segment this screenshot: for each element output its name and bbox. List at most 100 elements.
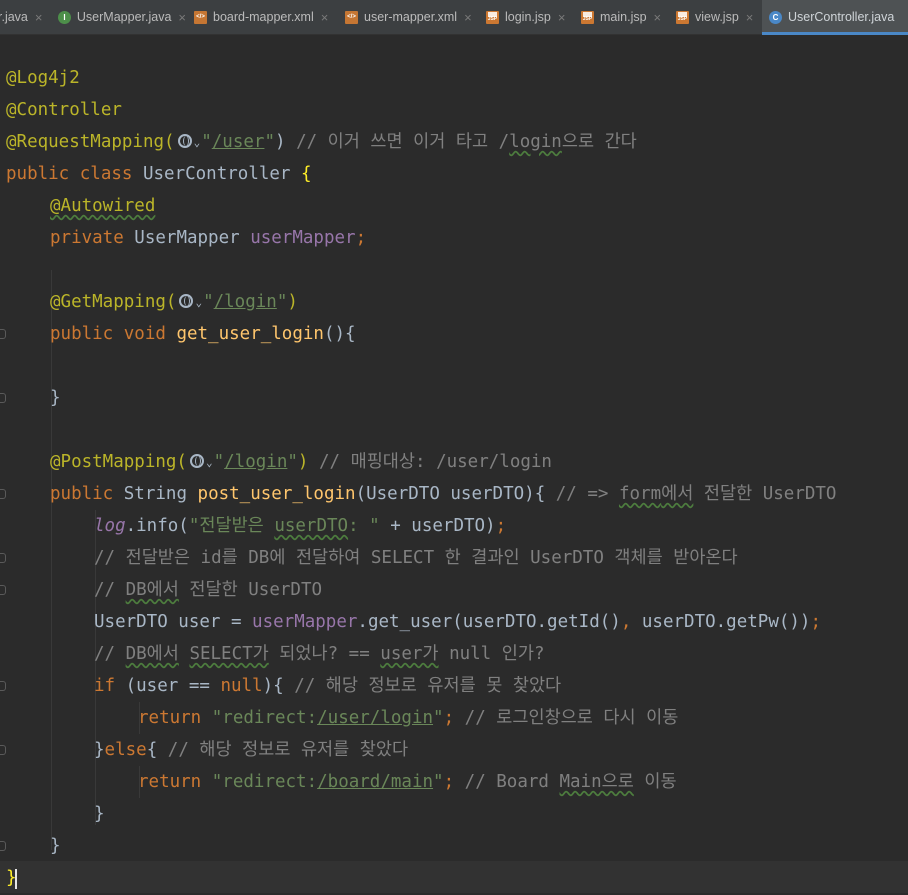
code-token: .info( — [125, 516, 189, 536]
chevron-down-icon[interactable]: ⌄ — [194, 127, 201, 159]
tab-close-icon[interactable]: × — [321, 10, 329, 25]
jsp-file-icon: JSP — [676, 10, 689, 24]
fold-marker-icon[interactable] — [0, 393, 6, 403]
jsp-file-icon: JSP — [581, 10, 594, 24]
fold-marker-icon[interactable] — [0, 553, 6, 563]
chevron-down-icon[interactable]: ⌄ — [195, 287, 202, 319]
fold-marker-icon[interactable] — [0, 329, 6, 339]
tab-close-icon[interactable]: × — [746, 10, 754, 25]
annotation-token: @Autowired — [50, 196, 156, 216]
comment-token: // — [94, 580, 126, 600]
java-interface-icon: I — [58, 10, 71, 24]
code-token: (user == — [125, 676, 221, 696]
comment-token: // 해당 정보로 유저를 찾았다 — [167, 740, 409, 760]
comment-token: SELECT가 — [189, 644, 269, 664]
tab-label: view.jsp — [695, 10, 739, 24]
comment-token: null 인가? — [438, 644, 545, 664]
url-link[interactable]: /board/main — [317, 772, 433, 792]
comment-token: 전달한 UserDTO — [693, 484, 837, 504]
url-link[interactable]: /user — [212, 132, 265, 152]
url-globe-icon[interactable] — [177, 134, 192, 148]
comment-token: user가 — [380, 644, 439, 664]
keyword-token: private — [50, 228, 135, 248]
type-token: UserMapper — [134, 228, 251, 248]
keyword-token: public class — [6, 164, 143, 184]
tab-label: UserController.java — [788, 10, 895, 24]
comment-token: // => — [555, 484, 619, 504]
fold-marker-icon[interactable] — [0, 841, 6, 851]
annotation-token: @PostMapping( — [50, 452, 187, 472]
fold-marker-icon[interactable] — [0, 745, 6, 755]
code-line: return "redirect:/user/login"; // 로그인창으로… — [138, 702, 678, 734]
tab-login-jsp[interactable]: JSP login.jsp × — [486, 0, 572, 34]
jsp-file-icon: JSP — [486, 10, 499, 24]
code-editor[interactable]: @Log4j2 @Controller @RequestMapping(⌄"/u… — [0, 35, 908, 895]
code-line: @GetMapping(⌄"/login") — [50, 286, 298, 318]
tab-r-java[interactable]: r.java × — [0, 0, 55, 34]
url-globe-icon[interactable] — [189, 454, 204, 468]
tab-main-jsp[interactable]: JSP main.jsp × — [581, 0, 667, 34]
url-globe-icon[interactable] — [179, 294, 194, 308]
code-line: UserDTO user = userMapper.get_user(userD… — [94, 606, 821, 638]
annotation-token: @GetMapping( — [50, 292, 177, 312]
method-name-token: post_user_login — [197, 484, 356, 504]
tab-close-icon[interactable]: × — [654, 10, 662, 25]
comment-token: DB에서 — [125, 580, 179, 600]
code-line: } — [94, 798, 105, 830]
tab-user-controller-java[interactable]: C UserController.java — [762, 0, 908, 35]
code-line: @Log4j2 — [6, 62, 80, 94]
tab-close-icon[interactable]: × — [35, 10, 43, 25]
string-token: : " — [348, 516, 380, 536]
comment-token: 이동 — [633, 772, 677, 792]
brace-token: } — [94, 804, 105, 824]
url-link[interactable]: /user/login — [317, 708, 433, 728]
tab-label: UserMapper.java — [76, 10, 172, 24]
comment-token: // 전달받은 id를 DB에 전달하여 SELECT 한 결과인 UserDT… — [94, 548, 738, 568]
tab-user-mapper-java[interactable]: I UserMapper.java × — [58, 0, 186, 34]
tab-close-icon[interactable]: × — [464, 10, 472, 25]
tab-view-jsp[interactable]: JSP view.jsp × — [676, 0, 758, 34]
comment-token: 되었나? == — [268, 644, 381, 664]
code-line: // DB에서 전달한 UserDTO — [94, 574, 322, 606]
code-line: if (user == null){ // 해당 정보로 유저를 못 찾았다 — [94, 670, 561, 702]
class-name-token: UserController — [142, 164, 302, 184]
code-token: + userDTO) — [379, 516, 496, 536]
code-line: public void get_user_login(){ — [50, 318, 356, 350]
punct-token: ; — [495, 516, 507, 536]
editor-tab-bar: r.java × I UserMapper.java × </> board-m… — [0, 0, 908, 35]
current-line-highlight — [0, 861, 908, 893]
tab-label: main.jsp — [600, 10, 647, 24]
comment-token: 에서 — [661, 484, 694, 504]
code-token: ){ — [262, 676, 295, 696]
tab-board-mapper-xml[interactable]: </> board-mapper.xml × — [194, 0, 334, 34]
keyword-token: return — [138, 772, 212, 792]
code-token: (UserDTO userDTO){ — [355, 484, 556, 504]
comment-token: // 로그인창으로 다시 이동 — [464, 708, 679, 728]
code-token: userDTO.getPw()) — [641, 612, 811, 632]
comment-token: 전달한 UserDTO — [178, 580, 323, 600]
code-token: ) — [274, 132, 297, 152]
string-token: "전달받은 — [188, 516, 275, 536]
fold-marker-icon[interactable] — [0, 489, 6, 499]
method-name-token: get_user_login — [176, 324, 324, 344]
tab-close-icon[interactable]: × — [558, 10, 566, 25]
string-token: " — [201, 132, 212, 152]
fold-marker-icon[interactable] — [0, 681, 6, 691]
tab-user-mapper-xml[interactable]: </> user-mapper.xml × — [345, 0, 475, 34]
comment-token: login — [509, 132, 562, 152]
chevron-down-icon[interactable]: ⌄ — [206, 447, 213, 479]
code-line: public String post_user_login(UserDTO us… — [50, 478, 836, 510]
fold-marker-icon[interactable] — [0, 585, 6, 595]
string-token: " — [433, 772, 444, 792]
url-link[interactable]: /login — [224, 452, 287, 472]
annotation-token: ) — [297, 452, 319, 472]
code-line: // DB에서 SELECT가 되었나? == user가 null 인가? — [94, 638, 544, 670]
code-line: @RequestMapping(⌄"/user") // 이거 쓰면 이거 타고… — [6, 126, 637, 158]
tab-close-icon[interactable]: × — [178, 10, 186, 25]
string-token: "redirect: — [211, 772, 318, 792]
url-link[interactable]: /login — [214, 292, 277, 312]
annotation-token: @Controller — [6, 100, 122, 120]
punct-token: ; — [443, 772, 465, 792]
keyword-token: public — [50, 484, 124, 504]
punct-token: ; — [355, 228, 367, 248]
